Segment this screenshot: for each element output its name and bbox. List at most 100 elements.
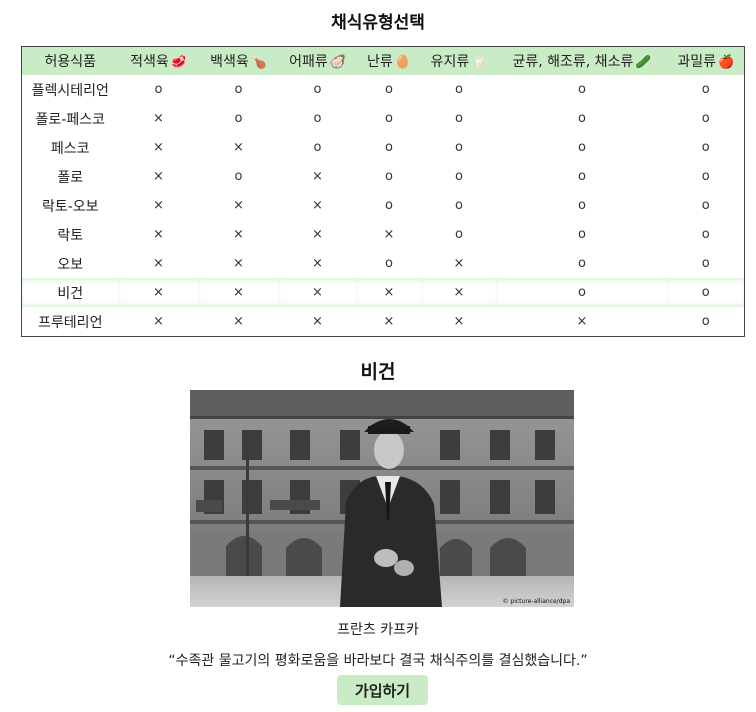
diet-type-page: 채식유형선택 허용식품 적색육 🥩 백색육 🍗 어패류 🦪 난류 🥚 유지류 🥛 균류, … bbox=[0, 0, 756, 712]
allowed-mark: o bbox=[455, 111, 463, 126]
allowed-mark: o bbox=[313, 82, 322, 97]
diet-row[interactable]: 락토 × × × × o o o bbox=[22, 220, 745, 249]
meat-icon: 🥩 bbox=[170, 55, 187, 70]
allowed-mark: × bbox=[233, 256, 244, 271]
allowed-mark: o bbox=[455, 82, 463, 97]
allowed-mark: o bbox=[496, 278, 668, 307]
allowed-mark: o bbox=[701, 256, 710, 271]
diet-type-name: 페스코 bbox=[50, 140, 90, 157]
allowed-mark: × bbox=[153, 314, 164, 329]
diet-row[interactable]: 락토-오보 × × × o o o o bbox=[22, 191, 745, 220]
column-header: 어패류 🦪 bbox=[278, 46, 357, 75]
join-button[interactable]: 가입하기 bbox=[337, 675, 428, 705]
allowed-mark: o bbox=[701, 82, 710, 97]
allowed-mark: × bbox=[312, 227, 323, 242]
allowed-mark: × bbox=[153, 111, 164, 126]
photo-caption: 프란츠 카프카 bbox=[337, 622, 419, 638]
allowed-mark: × bbox=[233, 198, 244, 213]
allowed-mark: × bbox=[312, 314, 323, 329]
diet-row[interactable]: 비건 × × × × × o o bbox=[21, 278, 745, 307]
column-header: 적색육 🥩 bbox=[118, 46, 199, 75]
allowed-mark: o bbox=[701, 140, 710, 155]
allowed-mark: o bbox=[578, 198, 586, 213]
allowed-mark: × bbox=[312, 169, 323, 184]
cucumber-icon: 🥒 bbox=[635, 55, 652, 70]
diet-row[interactable]: 폴로-페스코 × o o o o o o bbox=[22, 104, 745, 133]
column-header: 유지류 🥛 bbox=[421, 46, 497, 75]
allowed-mark: o bbox=[455, 140, 463, 155]
allowed-mark: o bbox=[578, 140, 586, 155]
allowed-mark: × bbox=[576, 314, 588, 329]
allowed-mark: × bbox=[153, 256, 164, 271]
allowed-mark: × bbox=[356, 278, 422, 307]
allowed-mark: o bbox=[455, 169, 463, 184]
allowed-mark: × bbox=[453, 314, 465, 329]
column-header: 균류, 해조류, 채소류 🥒 bbox=[496, 46, 668, 75]
allowed-mark: o bbox=[701, 314, 710, 329]
kafka-photo-illustration bbox=[190, 390, 574, 607]
diet-type-name: 비건 bbox=[21, 278, 119, 307]
allowed-mark: × bbox=[153, 227, 164, 242]
allowed-mark: o bbox=[701, 227, 710, 242]
allowed-mark: o bbox=[385, 111, 393, 126]
allowed-mark: o bbox=[578, 256, 586, 271]
diet-row[interactable]: 폴로 × o × o o o o bbox=[22, 162, 745, 191]
allowed-mark: o bbox=[313, 111, 322, 126]
allowed-mark: × bbox=[383, 314, 395, 329]
allowed-mark: o bbox=[701, 169, 710, 184]
allowed-mark: × bbox=[233, 140, 244, 155]
diet-type-name: 오보 bbox=[57, 256, 84, 273]
column-header: 난류 🥚 bbox=[356, 46, 422, 75]
diet-row[interactable]: 플렉시테리언 o o o o o o o bbox=[22, 75, 745, 104]
allowed-mark: × bbox=[153, 140, 164, 155]
diet-row[interactable]: 프루테리언 × × × × × × o bbox=[22, 307, 745, 337]
column-header: 과밀류 🍎 bbox=[667, 46, 745, 75]
allowed-mark: o bbox=[313, 140, 322, 155]
allowed-mark: o bbox=[234, 111, 243, 126]
diet-type-table: 허용식품 적색육 🥩 백색육 🍗 어패류 🦪 난류 🥚 유지류 🥛 균류, 해조류, 채소… bbox=[21, 46, 745, 337]
allowed-mark: × bbox=[453, 256, 465, 271]
allowed-mark: × bbox=[233, 227, 244, 242]
allowed-mark: o bbox=[234, 82, 243, 97]
diet-type-name: 락토 bbox=[57, 227, 84, 244]
portrait-photo: © picture-alliance/dpa bbox=[190, 390, 574, 607]
diet-type-name: 프루테리언 bbox=[38, 314, 103, 331]
allowed-mark: o bbox=[234, 169, 243, 184]
allowed-mark: × bbox=[153, 198, 164, 213]
column-header: 허용식품 bbox=[21, 46, 119, 75]
diet-type-name: 폴로-페스코 bbox=[35, 111, 105, 128]
poultry-leg-icon: 🍗 bbox=[250, 55, 267, 70]
allowed-mark: o bbox=[455, 198, 463, 213]
diet-type-name: 락토-오보 bbox=[41, 198, 99, 215]
allowed-mark: o bbox=[578, 227, 586, 242]
allowed-mark: o bbox=[385, 198, 393, 213]
allowed-mark: × bbox=[198, 278, 279, 307]
allowed-mark: o bbox=[385, 82, 393, 97]
diet-table-body: 플렉시테리언 o o o o o o o 폴로-페스코 × o o o o o o 페스코 × × o o o o o 폴로 × o… bbox=[21, 75, 745, 337]
allowed-mark: × bbox=[383, 227, 395, 242]
allowed-mark: × bbox=[118, 278, 199, 307]
diet-row[interactable]: 페스코 × × o o o o o bbox=[22, 133, 745, 162]
allowed-mark: o bbox=[578, 82, 586, 97]
allowed-mark: × bbox=[233, 314, 244, 329]
allowed-mark: o bbox=[578, 169, 586, 184]
diet-type-name: 폴로 bbox=[57, 169, 84, 186]
allowed-mark: × bbox=[278, 278, 357, 307]
allowed-mark: o bbox=[667, 278, 745, 307]
allowed-mark: o bbox=[578, 111, 586, 126]
column-header: 백색육 🍗 bbox=[198, 46, 279, 75]
selected-diet-title: 비건 bbox=[360, 361, 396, 383]
milk-glass-icon: 🥛 bbox=[471, 55, 488, 70]
allowed-mark: × bbox=[153, 169, 164, 184]
allowed-mark: o bbox=[385, 140, 393, 155]
allowed-mark: o bbox=[701, 111, 710, 126]
table-header-row: 허용식품 적색육 🥩 백색육 🍗 어패류 🦪 난류 🥚 유지류 🥛 균류, 해조류, 채소… bbox=[21, 46, 745, 75]
allowed-mark: o bbox=[455, 227, 463, 242]
allowed-mark: × bbox=[312, 198, 323, 213]
allowed-mark: × bbox=[421, 278, 497, 307]
page-title: 채식유형선택 bbox=[331, 13, 425, 33]
diet-row[interactable]: 오보 × × × o × o o bbox=[22, 249, 745, 278]
egg-icon: 🥚 bbox=[394, 55, 411, 70]
diet-type-name: 플렉시테리언 bbox=[31, 82, 109, 99]
photo-credit: © picture-alliance/dpa bbox=[502, 598, 571, 605]
